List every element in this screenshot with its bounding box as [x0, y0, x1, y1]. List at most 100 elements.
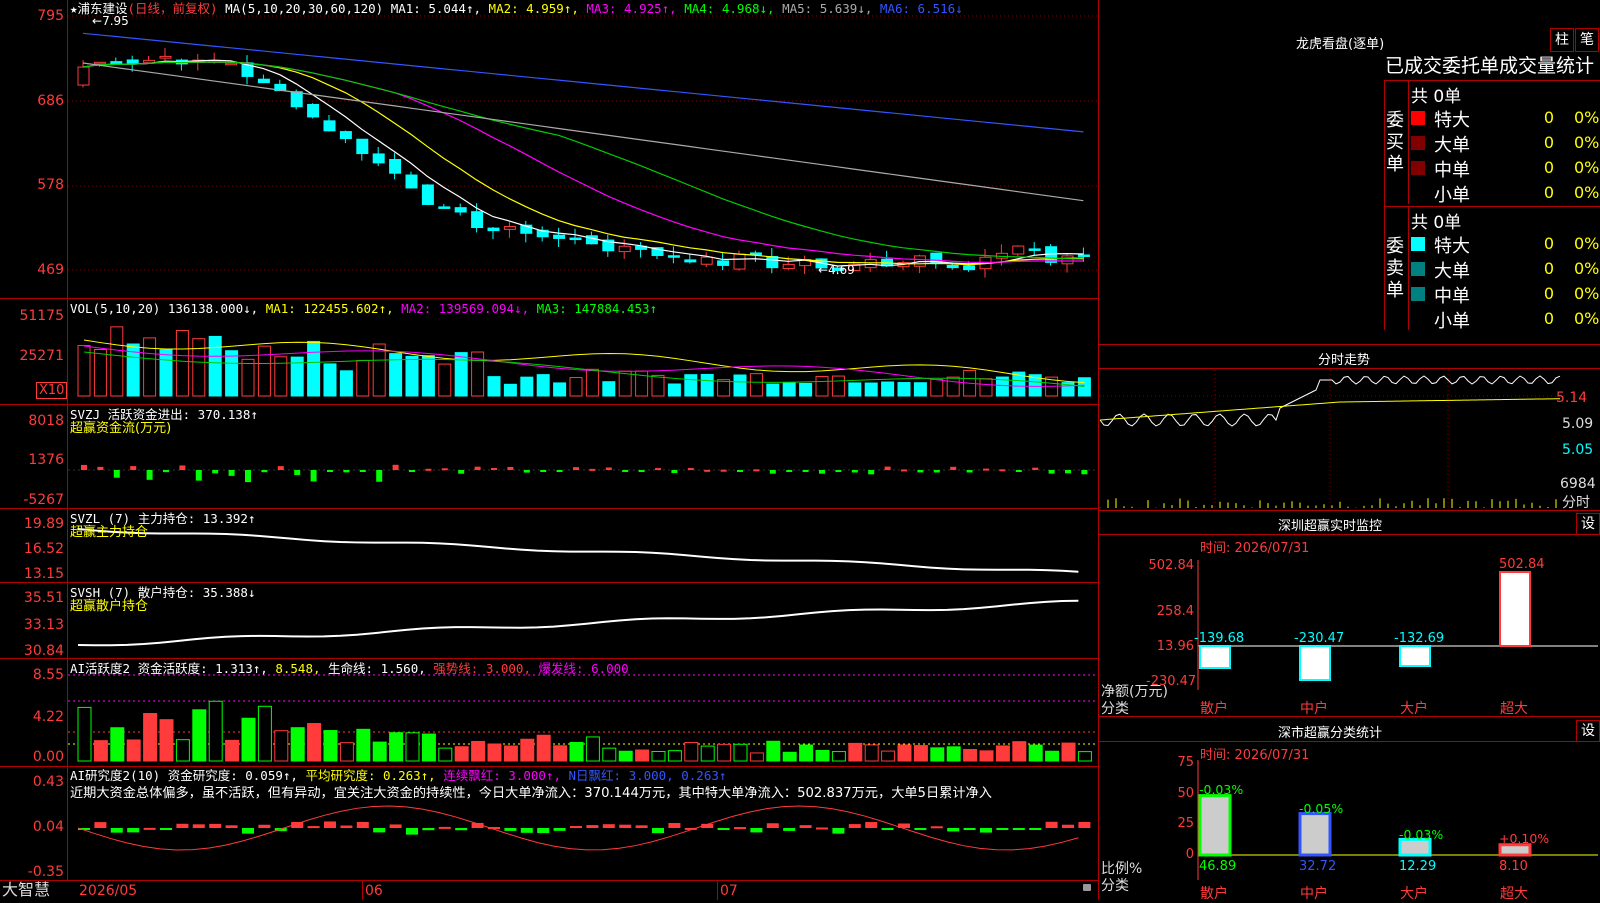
svsh-line — [77, 599, 1079, 647]
ai-research-bar-61 — [1078, 821, 1091, 828]
classify-bar-0 — [1198, 794, 1232, 857]
ai-research-bar-41 — [750, 828, 763, 833]
svzj-bar-6 — [179, 465, 186, 470]
sell-block-vdivider — [1408, 206, 1409, 330]
ai-active-bar-27 — [520, 738, 535, 762]
monitor-bar-0 — [1199, 645, 1231, 669]
candle-body-22 — [438, 206, 451, 209]
svzj-bar-48 — [868, 470, 875, 475]
ai-active-bar-61 — [1077, 751, 1092, 762]
svzj-bar-19 — [392, 464, 399, 470]
ai-active-bar-15 — [323, 730, 338, 762]
svzj-bar-41 — [753, 469, 760, 472]
ai-research-bar-31 — [586, 825, 599, 828]
vol-bar-5 — [159, 349, 173, 397]
svzj-bar-17 — [359, 470, 366, 472]
svzj-axis-bottom: -5267 — [23, 492, 64, 508]
candle-body-3 — [126, 59, 139, 64]
brand-logo[interactable]: 大智慧 — [2, 881, 50, 899]
sell-block-row-name-1: 大单 — [1434, 261, 1470, 282]
ai-active-bar-10 — [241, 717, 256, 762]
ai-research-bar-34 — [635, 825, 648, 828]
svzj-bar-28 — [540, 470, 547, 472]
monitor-cat-2: 大户 — [1400, 701, 1428, 717]
candle-body-5 — [159, 55, 172, 59]
ai-active-bar-19 — [389, 732, 404, 762]
ai-active-bar-7 — [192, 709, 207, 762]
svzj-bar-4 — [146, 470, 153, 480]
buy-block-row-name-0: 特大 — [1434, 110, 1470, 131]
svzj-bar-14 — [310, 470, 317, 482]
buy-block-row-name-1: 大单 — [1434, 135, 1470, 156]
sell-block-swatch-0 — [1411, 237, 1425, 251]
intraday-title-border — [1099, 368, 1600, 369]
ai-active-bar-45 — [815, 749, 830, 762]
candle-body-25 — [487, 227, 500, 232]
ai-research-bar-2 — [110, 828, 123, 833]
classify-axis-2: 25 — [1177, 816, 1194, 831]
stock-period[interactable]: (日线，前复权) — [128, 1, 218, 16]
vol-unit-badge[interactable]: X10 — [36, 382, 68, 399]
ai-active-bar-18 — [372, 741, 387, 762]
monitor-settings-button[interactable]: 设 — [1576, 513, 1600, 535]
ai-research-bar-51 — [914, 828, 927, 830]
ai-research-bar-7 — [192, 824, 205, 828]
monitor-axis-0: 502.84 — [1148, 558, 1195, 573]
vol-bar-55 — [979, 378, 993, 397]
candle-body-23 — [454, 207, 467, 213]
lock-icon[interactable] — [1083, 884, 1091, 891]
ai-research-bar-43 — [783, 828, 796, 831]
vol-item-3: MA3: 147884.453↑ — [536, 301, 658, 316]
svzl-axis-top: 19.89 — [23, 516, 64, 532]
candle-body-53 — [946, 264, 959, 269]
intraday-title: 分时走势 — [1318, 353, 1371, 368]
vol-bar-43 — [782, 381, 796, 397]
ai-active-bar-55 — [979, 750, 994, 762]
sell-block-swatch-1 — [1411, 262, 1425, 276]
date-tick-jul — [717, 880, 718, 900]
candle-body-43 — [782, 263, 795, 269]
ai-research-bar-19 — [389, 824, 402, 828]
ai-research-bar-60 — [1062, 824, 1074, 828]
ai-active-bar-23 — [454, 746, 469, 762]
candle-body-38 — [700, 256, 713, 265]
date-label-may: 2026/05 — [79, 883, 138, 899]
svzj-bar-11 — [261, 470, 268, 473]
monitor-axis-3: -230.47 — [1146, 674, 1197, 689]
candle-body-61 — [1077, 254, 1090, 257]
y-axis-divider — [67, 0, 68, 880]
buy-block-row-name-3: 小单 — [1434, 185, 1470, 206]
svzj-bar-0 — [81, 464, 87, 470]
ai-active-bar-9 — [225, 739, 240, 762]
candle-body-20 — [405, 174, 418, 189]
ai-research-bar-46 — [832, 828, 845, 834]
vol-bar-17 — [356, 359, 370, 397]
ma-values: MA1: 5.044↑, MA2: 4.959↑, MA3: 4.925↑, M… — [391, 1, 963, 16]
tick-mode-button[interactable]: 笔 — [1575, 28, 1599, 52]
ai-research-item-2: 连续飘红: 3.000↑, — [443, 768, 569, 783]
ai-active-bar-38 — [700, 745, 715, 762]
ai-research-bar-28 — [537, 828, 550, 834]
ai-active-bar-33 — [618, 750, 633, 762]
ai-research-bar-14 — [307, 826, 320, 829]
ai-research-bar-45 — [816, 827, 828, 830]
date-tick-jun — [362, 880, 363, 900]
ai-active-item-4: 爆发线: 6.000 — [538, 661, 629, 676]
vol-bar-7 — [192, 338, 206, 397]
ai-research-bar-40 — [734, 827, 746, 830]
classify-cat-0: 散户 — [1200, 886, 1228, 902]
vol-bar-32 — [602, 381, 616, 397]
candle-body-14 — [307, 103, 320, 118]
svzj-bar-30 — [573, 467, 579, 470]
bar-mode-button[interactable]: 柱 — [1550, 28, 1574, 52]
classify-settings-button[interactable]: 设 — [1576, 720, 1600, 742]
vol-bar-39 — [717, 379, 731, 397]
vol-bar-50 — [897, 382, 911, 397]
ai-research-bar-8 — [209, 823, 222, 828]
panel-divider-5 — [0, 658, 1098, 659]
svzj-bar-43 — [786, 470, 793, 472]
ai-research-item-0: AI研究度2(10) 资金研究度: 0.059↑, — [70, 768, 306, 783]
classify-time: 时间: 2026/07/31 — [1200, 748, 1310, 763]
ai-active-bar-47 — [848, 742, 863, 762]
vol-bar-0 — [77, 345, 91, 397]
